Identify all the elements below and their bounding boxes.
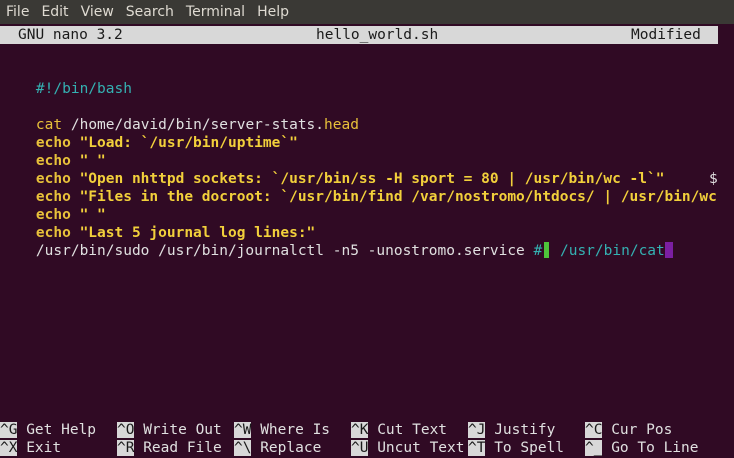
menu-terminal[interactable]: Terminal <box>180 0 251 24</box>
nano-version: GNU nano 3.2 <box>18 27 123 43</box>
menu-view[interactable]: View <box>75 0 120 24</box>
menu-help[interactable]: Help <box>251 0 295 24</box>
shortcut-label: Where Is <box>260 422 331 438</box>
comment-hash: # <box>533 243 543 259</box>
shortcut-bar: ^G Get Help ^O Write Out ^W Where Is ^K … <box>0 421 734 457</box>
shortcut-label: Write Out <box>143 422 222 438</box>
trailing-whitespace-marker <box>664 242 673 258</box>
shortcut-key: ^\ <box>234 440 252 456</box>
shortcut-exit[interactable]: ^X Exit <box>0 439 61 457</box>
modified-status: Modified <box>631 27 701 43</box>
shortcut-justify[interactable]: ^J Justify <box>468 421 555 439</box>
shortcut-key: ^G <box>0 422 18 438</box>
shortcut-uncut-text[interactable]: ^U Uncut Text <box>351 439 465 457</box>
shortcut-label: Get Help <box>26 422 97 438</box>
shortcut-key: ^T <box>468 440 486 456</box>
shortcut-read-file[interactable]: ^R Read File <box>117 439 222 457</box>
shebang-text: #!/bin/bash <box>35 81 132 97</box>
menu-bar: File Edit View Search Terminal Help <box>0 0 734 24</box>
editor-line-5[interactable]: echo "Open nhttpd sockets: `/usr/bin/ss … <box>1 152 665 187</box>
shortcut-key: ^U <box>351 440 369 456</box>
nano-title-bar: GNU nano 3.2 hello_world.sh Modified <box>0 26 718 44</box>
string-text: "Files in the docroot: `/usr/bin/find /v… <box>70 189 717 205</box>
shortcut-key: ^O <box>117 422 135 438</box>
terminal-area[interactable]: GNU nano 3.2 hello_world.sh Modified #!/… <box>0 24 734 458</box>
shortcut-where-is[interactable]: ^W Where Is <box>234 421 330 439</box>
shortcut-replace[interactable]: ^\ Replace <box>234 439 321 457</box>
editor-line-8[interactable]: echo "Last 5 journal log lines:" <box>1 206 315 241</box>
menu-edit[interactable]: Edit <box>35 0 74 24</box>
shortcut-cut-text[interactable]: ^K Cut Text <box>351 421 447 439</box>
editor-line-4[interactable]: echo " " <box>1 134 106 169</box>
shortcut-label: Exit <box>26 440 62 456</box>
shortcut-key: ^R <box>117 440 135 456</box>
menu-search[interactable]: Search <box>120 0 180 24</box>
shortcut-label: Cur Pos <box>611 422 673 438</box>
shortcut-label: Go To Line <box>611 440 699 456</box>
file-name: hello_world.sh <box>316 27 439 43</box>
shortcut-label: Replace <box>260 440 322 456</box>
editor-line-1[interactable]: #!/bin/bash <box>1 62 132 97</box>
shortcut-label: Cut Text <box>377 422 448 438</box>
extension-text: head <box>324 117 359 133</box>
shortcut-get-help[interactable]: ^G Get Help <box>0 421 96 439</box>
shortcut-key: ^J <box>468 422 486 438</box>
shortcut-cur-pos[interactable]: ^C Cur Pos <box>585 421 672 439</box>
shortcut-key: ^X <box>0 440 18 456</box>
shortcut-go-to-line[interactable]: ^_ Go To Line <box>585 439 699 457</box>
command-text: /usr/bin/sudo /usr/bin/journalctl -n5 -u… <box>35 243 534 259</box>
shortcut-label: To Spell <box>494 440 565 456</box>
shortcut-key: ^W <box>234 422 252 438</box>
editor-line-2[interactable]: cat /home/david/bin/server-stats.head <box>1 98 359 133</box>
editor-line-6[interactable]: echo "Files in the docroot: `/usr/bin/fi… <box>1 170 717 205</box>
shortcut-label: Read File <box>143 440 222 456</box>
shortcut-key: ^K <box>351 422 369 438</box>
shortcut-label: Justify <box>494 422 556 438</box>
shortcut-key: ^C <box>585 422 603 438</box>
shortcut-write-out[interactable]: ^O Write Out <box>117 421 222 439</box>
line-overflow-marker: $ <box>709 171 718 187</box>
menu-file[interactable]: File <box>0 0 35 24</box>
editor-line-7[interactable]: echo " " <box>1 188 106 223</box>
shortcut-label: Uncut Text <box>377 440 465 456</box>
editor-line-3[interactable]: echo "Load: `/usr/bin/uptime`" <box>1 116 298 151</box>
comment-text: /usr/bin/cat <box>551 243 665 259</box>
shortcut-key: ^_ <box>585 440 603 456</box>
text-cursor <box>544 242 550 258</box>
shortcut-to-spell[interactable]: ^T To Spell <box>468 439 564 457</box>
editor-line-9[interactable]: /usr/bin/sudo /usr/bin/journalctl -n5 -u… <box>1 224 673 259</box>
